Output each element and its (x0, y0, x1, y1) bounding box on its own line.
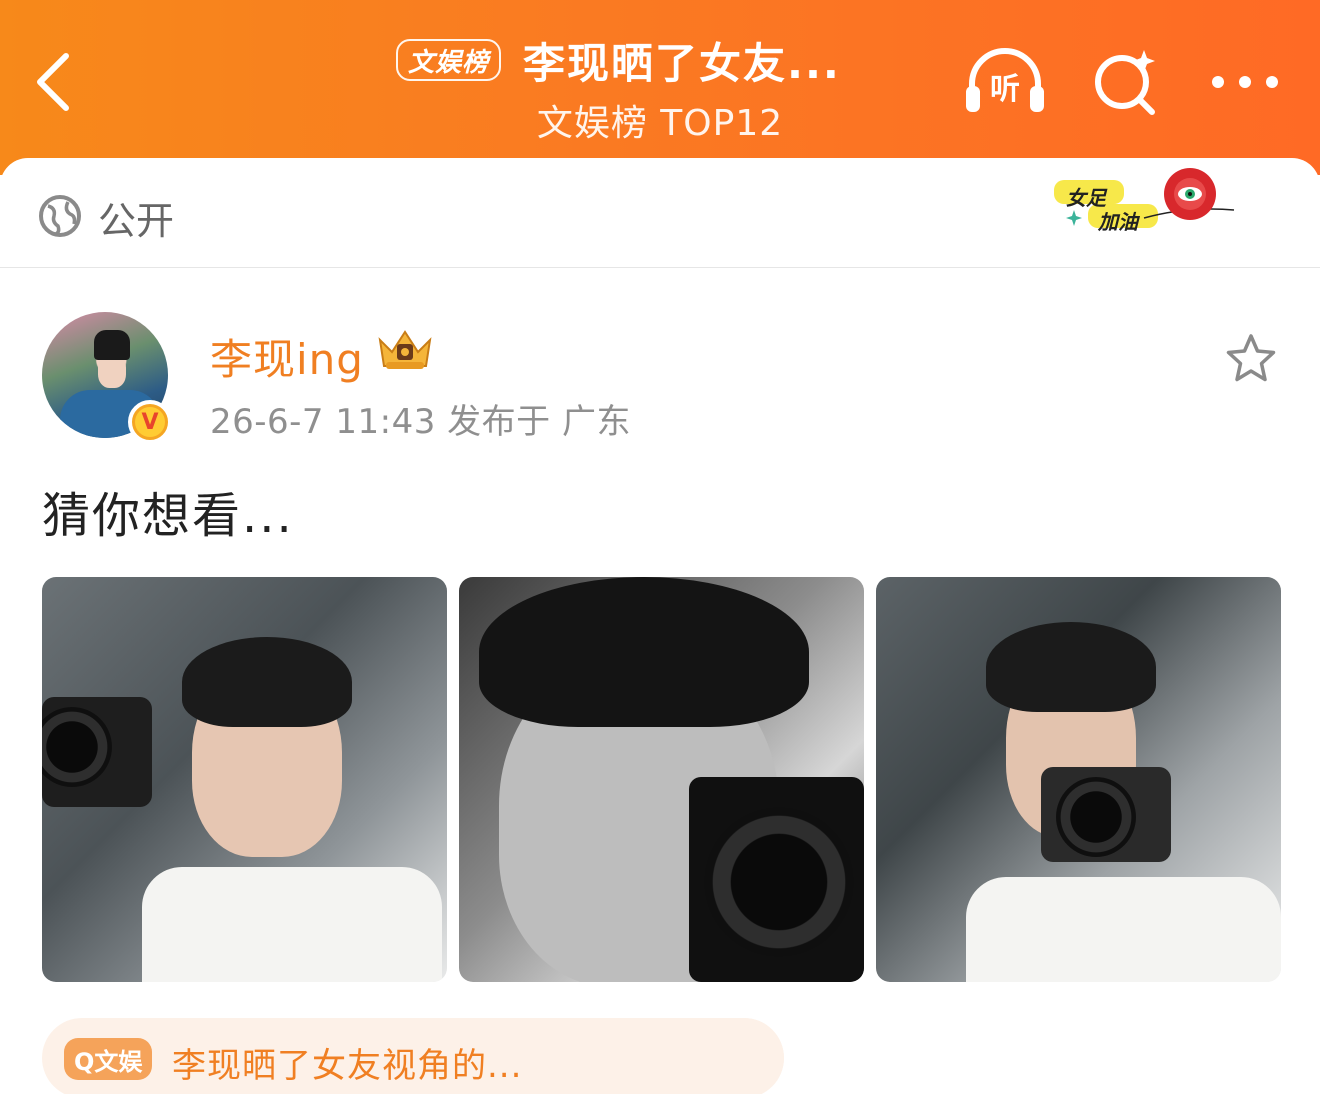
post-photo-1[interactable] (42, 577, 447, 982)
listen-button[interactable]: 听 (962, 44, 1048, 116)
photo-shirt (142, 867, 442, 982)
post-card: 公开 女足 加油 V 李现ing 26-6-7 11:43 发布于 广东 猜你想… (0, 158, 1320, 1094)
verified-badge: V (128, 400, 172, 444)
title-row: 文娱榜 李现晒了女友... (396, 34, 841, 88)
favorite-button[interactable] (1224, 332, 1278, 384)
post-meta: 26-6-7 11:43 发布于 广东 (210, 402, 631, 442)
more-button[interactable] (1210, 64, 1280, 100)
rank-list-badge[interactable]: 文娱榜 (396, 39, 502, 81)
crown-icon[interactable] (376, 326, 434, 372)
search-sparkle-icon (1095, 50, 1155, 115)
star-icon (1226, 334, 1276, 382)
topic-text: 李现晒了女友视角的... (172, 1046, 523, 1086)
photo-hair (479, 577, 809, 727)
more-dots-icon (1212, 76, 1278, 88)
photo-shirt (966, 877, 1281, 982)
visibility-label: 公开 (98, 199, 175, 243)
topic-fade (554, 1018, 784, 1094)
post-photo-3[interactable] (876, 577, 1281, 982)
photo-hair (182, 637, 352, 727)
sticker-decoration: 女足 加油 (1048, 166, 1238, 238)
topic-tag: Q文娱 (64, 1038, 153, 1080)
globe-icon (39, 195, 81, 237)
username[interactable]: 李现ing (210, 326, 364, 387)
avatar-hat (94, 330, 130, 360)
search-button[interactable] (1092, 46, 1158, 116)
page-title: 李现晒了女友... (523, 38, 841, 88)
top-nav-bar: 文娱榜 李现晒了女友... 文娱榜 TOP12 听 (0, 0, 1320, 175)
post-photo-2[interactable] (459, 577, 864, 982)
photo-lens (1056, 777, 1136, 857)
visibility-bar: 公开 女足 加油 (0, 158, 1320, 268)
photo-lens (704, 807, 854, 957)
sticker-text-2: 加油 (1098, 210, 1138, 234)
listen-label: 听 (990, 72, 1020, 107)
related-topic-chip[interactable]: Q文娱 李现晒了女友视角的... (42, 1018, 784, 1094)
verified-mark: V (135, 407, 165, 437)
photo-hair (986, 622, 1156, 712)
post-text: 猜你想看... (42, 488, 294, 544)
